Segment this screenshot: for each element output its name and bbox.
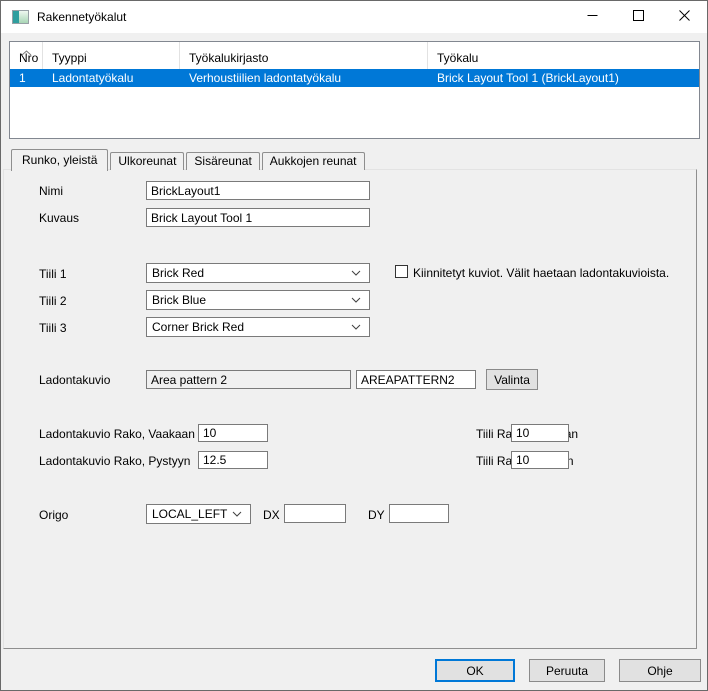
rako-vaakaan-label: Ladontakuvio Rako, Vaakaan — [39, 427, 195, 441]
tiili1-value: Brick Red — [152, 266, 351, 280]
ladontakuvio-label: Ladontakuvio — [39, 373, 110, 387]
tiili2-label: Tiili 2 — [39, 294, 67, 308]
ok-button[interactable]: OK — [435, 659, 515, 682]
fixed-patterns-label: Kiinnitetyt kuviot. Välit haetaan ladont… — [413, 266, 669, 280]
tiili2-select[interactable]: Brick Blue — [146, 290, 370, 310]
tiili-rako-pystyyn-input[interactable] — [511, 451, 569, 469]
nimi-input[interactable] — [146, 181, 370, 200]
rakennetyokalut-dialog: Rakennetyökalut N — [0, 0, 708, 691]
rako-vaakaan-input[interactable] — [198, 424, 268, 442]
rako-pystyyn-input[interactable] — [198, 451, 268, 469]
chevron-down-icon — [232, 511, 242, 517]
tiili1-label: Tiili 1 — [39, 267, 67, 281]
chevron-down-icon — [351, 324, 361, 330]
valinta-button[interactable]: Valinta — [486, 369, 538, 390]
chevron-down-icon — [351, 297, 361, 303]
peruuta-button[interactable]: Peruuta — [529, 659, 605, 682]
tiili3-select[interactable]: Corner Brick Red — [146, 317, 370, 337]
tiili2-value: Brick Blue — [152, 293, 351, 307]
pattern-name-field — [146, 370, 351, 389]
tiili3-value: Corner Brick Red — [152, 320, 351, 334]
kuvaus-label: Kuvaus — [39, 211, 79, 225]
tiili-rako-vaakaan-input[interactable] — [511, 424, 569, 442]
origo-value: LOCAL_LEFT — [152, 507, 232, 521]
ohje-button[interactable]: Ohje — [619, 659, 701, 682]
kuvaus-input[interactable] — [146, 208, 370, 227]
dx-label: DX — [263, 508, 280, 522]
origo-label: Origo — [39, 508, 68, 522]
pattern-code-field[interactable] — [356, 370, 476, 389]
nimi-label: Nimi — [39, 184, 63, 198]
dy-input[interactable] — [389, 504, 449, 523]
dx-input[interactable] — [284, 504, 346, 523]
origo-select[interactable]: LOCAL_LEFT — [146, 504, 251, 524]
fixed-patterns-checkbox[interactable] — [395, 265, 408, 278]
tiili1-select[interactable]: Brick Red — [146, 263, 370, 283]
tiili3-label: Tiili 3 — [39, 321, 67, 335]
chevron-down-icon — [351, 270, 361, 276]
dy-label: DY — [368, 508, 385, 522]
rako-pystyyn-label: Ladontakuvio Rako, Pystyyn — [39, 454, 190, 468]
